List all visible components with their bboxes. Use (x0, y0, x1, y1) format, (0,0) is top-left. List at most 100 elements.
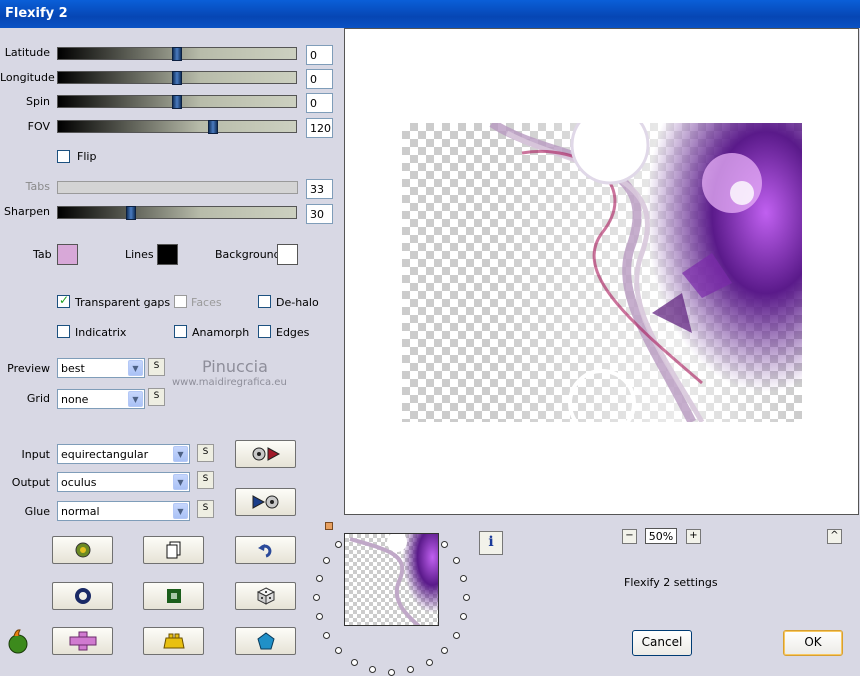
import-output-button[interactable] (235, 488, 296, 516)
spin-value[interactable]: 0 (306, 93, 333, 113)
gear-icon (75, 542, 90, 558)
flexified-artwork (489, 123, 802, 422)
glue-label: Glue (24, 505, 50, 518)
dehalo-checkbox[interactable] (258, 295, 271, 308)
longitude-label: Longitude (0, 71, 55, 84)
pentagon-button[interactable] (235, 627, 296, 655)
undo-button[interactable] (235, 536, 296, 564)
thumbnail-artwork (349, 534, 438, 625)
random-button[interactable] (235, 582, 296, 610)
collapse-button[interactable]: ^ (827, 529, 842, 544)
input-s-button[interactable]: S (197, 444, 214, 462)
anamorph-checkbox[interactable] (174, 325, 187, 338)
edges-checkbox[interactable] (258, 325, 271, 338)
preview-canvas[interactable] (344, 28, 859, 515)
flip-checkbox[interactable] (57, 150, 70, 163)
flip-label: Flip (77, 150, 97, 163)
navigator-dot (463, 594, 470, 601)
cancel-button[interactable]: Cancel (632, 630, 692, 656)
ring-icon (74, 588, 91, 604)
navigator-dot (313, 594, 320, 601)
zoom-in-button[interactable]: + (686, 529, 701, 544)
preview-quality-select[interactable]: best ▼ (57, 358, 145, 378)
preview-quality-value: best (61, 362, 85, 375)
edges-label: Edges (276, 326, 310, 339)
indicatrix-checkbox[interactable] (57, 325, 70, 338)
navigator-dot (323, 632, 330, 639)
fov-value[interactable]: 120 (306, 118, 333, 138)
copy-button[interactable] (143, 536, 204, 564)
window-title: Flexify 2 (5, 6, 68, 21)
chevron-down-icon[interactable]: ▼ (173, 474, 188, 490)
preview-quality-label: Preview (7, 362, 50, 375)
output-s-button[interactable]: S (197, 471, 214, 489)
latitude-slider-thumb[interactable] (172, 47, 182, 61)
undo-icon (257, 544, 271, 558)
chevron-down-icon[interactable]: ▼ (128, 391, 143, 407)
square-button[interactable] (143, 582, 204, 610)
preview-image[interactable] (402, 123, 802, 422)
preview-quality-s-button[interactable]: S (148, 358, 165, 376)
spin-slider-thumb[interactable] (172, 95, 182, 109)
chevron-down-icon[interactable]: ▼ (128, 360, 143, 376)
grid-s-button[interactable]: S (148, 388, 165, 406)
watermark-name: Pinuccia (202, 357, 268, 376)
import-input-button[interactable] (235, 440, 296, 468)
sharpen-slider-thumb[interactable] (126, 206, 136, 220)
navigator-dot (335, 541, 342, 548)
anamorph-label: Anamorph (192, 326, 250, 339)
output-value: oculus (61, 476, 97, 489)
tabs-slider (57, 181, 298, 194)
output-select[interactable]: oculus ▼ (57, 472, 190, 492)
longitude-slider-thumb[interactable] (172, 71, 182, 85)
chevron-down-icon[interactable]: ▼ (173, 446, 188, 462)
cross-button[interactable] (52, 627, 113, 655)
arrow-to-disc-icon (252, 495, 278, 509)
tabs-label: Tabs (25, 180, 50, 193)
lines-color-swatch[interactable] (157, 244, 178, 265)
spin-slider[interactable] (57, 95, 297, 109)
randomize-colors-button[interactable] (52, 536, 113, 564)
background-color-swatch[interactable] (277, 244, 298, 265)
disc-to-arrow-icon (252, 447, 280, 461)
ok-button[interactable]: OK (783, 630, 843, 656)
transparent-gaps-checkbox[interactable]: ✓ (57, 293, 70, 308)
tab-color-swatch[interactable] (57, 244, 78, 265)
ring-button[interactable] (52, 582, 113, 610)
tabs-value[interactable]: 33 (306, 179, 333, 199)
lines-color-label: Lines (125, 248, 154, 261)
info-button[interactable]: i (479, 531, 503, 555)
title-bar: Flexify 2 (0, 0, 860, 28)
watermark-url: www.maidiregrafica.eu (172, 377, 287, 388)
navigator-dot (316, 575, 323, 582)
fov-label: FOV (27, 120, 50, 133)
brick-button[interactable] (143, 627, 204, 655)
fov-slider[interactable] (57, 120, 297, 134)
longitude-slider[interactable] (57, 71, 297, 85)
navigator-thumbnail[interactable] (344, 533, 439, 626)
grid-select[interactable]: none ▼ (57, 389, 145, 409)
navigator-dot (323, 557, 330, 564)
sharpen-slider[interactable] (57, 206, 297, 220)
glue-select[interactable]: normal ▼ (57, 501, 190, 521)
fov-slider-thumb[interactable] (208, 120, 218, 134)
input-select[interactable]: equirectangular ▼ (57, 444, 190, 464)
sharpen-value[interactable]: 30 (306, 204, 333, 224)
latitude-slider[interactable] (57, 47, 297, 61)
zoom-out-button[interactable]: − (622, 529, 637, 544)
background-color-label: Background (215, 248, 281, 261)
longitude-value[interactable]: 0 (306, 69, 333, 89)
navigator-handle[interactable] (325, 522, 333, 530)
faces-checkbox (174, 295, 187, 308)
output-label: Output (11, 476, 50, 489)
latitude-value[interactable]: 0 (306, 45, 333, 65)
navigator-dot (335, 647, 342, 654)
zoom-level: 50% (645, 528, 677, 544)
glue-s-button[interactable]: S (197, 500, 214, 518)
indicatrix-label: Indicatrix (75, 326, 127, 339)
navigator-dot (441, 647, 448, 654)
navigator-dot (441, 541, 448, 548)
dice-icon (256, 587, 275, 605)
chevron-down-icon[interactable]: ▼ (173, 503, 188, 519)
dehalo-label: De-halo (276, 296, 319, 309)
